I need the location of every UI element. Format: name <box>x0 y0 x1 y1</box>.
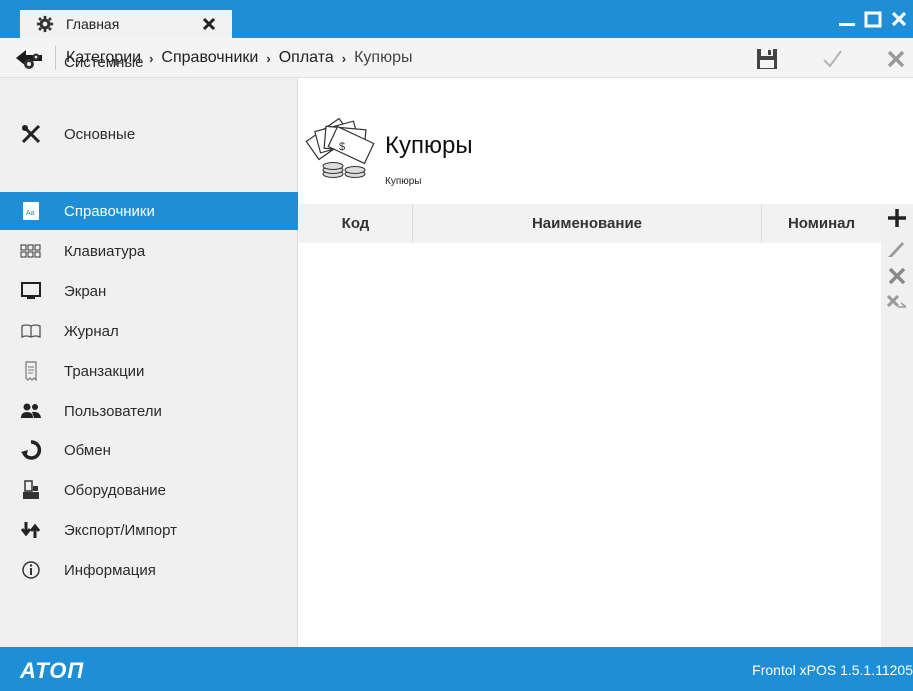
table-header: Код Наименование Номинал <box>299 204 881 243</box>
breadcrumb-banknotes: Купюры <box>354 49 413 66</box>
svg-text:$: $ <box>339 141 345 153</box>
receipt-icon <box>20 360 42 382</box>
delete-icon <box>888 267 906 285</box>
tools-icon <box>20 123 42 145</box>
sidebar-item-label: Справочники <box>64 202 155 220</box>
title-bar: Главная <box>0 0 913 38</box>
save-icon <box>757 49 777 69</box>
column-header-code[interactable]: Код <box>299 204 413 243</box>
column-header-name[interactable]: Наименование <box>413 204 762 243</box>
export-import-icon <box>20 519 42 541</box>
sidebar-item-label: Журнал <box>64 322 119 340</box>
apply-button[interactable] <box>820 47 844 71</box>
sidebar: Системные Основные Aa Справочники Клавиа… <box>0 53 298 647</box>
sidebar-item-label: Пользователи <box>64 402 162 420</box>
main-content: $ Купюры Купюры Код Наименование Номинал <box>299 78 913 647</box>
sidebar-item-export-import[interactable]: Экспорт/Импорт <box>0 510 298 550</box>
tab-close-icon[interactable] <box>202 17 216 31</box>
gear-icon <box>36 15 54 33</box>
svg-text:Aa: Aa <box>26 210 35 217</box>
reference-book-icon: Aa <box>20 200 42 222</box>
sidebar-item-label: Информация <box>64 561 156 579</box>
sidebar-item-label: Клавиатура <box>64 242 146 260</box>
window-controls <box>837 8 909 30</box>
sidebar-item-label: Системные <box>64 53 144 71</box>
edit-icon <box>888 242 904 257</box>
breadcrumb-separator-icon: › <box>341 50 347 66</box>
journal-icon <box>20 320 42 342</box>
banknotes-icon: $ <box>305 118 375 178</box>
sidebar-item-exchange[interactable]: Обмен <box>0 430 298 470</box>
sidebar-item-label: Транзакции <box>64 362 145 380</box>
maximize-icon[interactable] <box>863 8 883 30</box>
sidebar-item-label: Экспорт/Импорт <box>64 521 177 539</box>
sidebar-item-equipment[interactable]: Оборудование <box>0 470 298 510</box>
version-label: Frontol xPOS 1.5.1.11205 <box>752 662 913 678</box>
exchange-icon <box>20 439 42 461</box>
tab-label: Главная <box>66 16 120 32</box>
status-bar: ATOΠ Frontol xPOS 1.5.1.11205 <box>0 647 913 691</box>
action-strip <box>881 204 913 647</box>
add-icon <box>888 209 906 227</box>
cancel-icon <box>887 50 905 68</box>
delete-all-button[interactable] <box>885 290 909 314</box>
sidebar-item-label: Экран <box>64 282 107 300</box>
sidebar-item-system[interactable]: Системные <box>0 42 298 82</box>
minimize-icon[interactable] <box>837 8 857 30</box>
sidebar-item-journal[interactable]: Журнал <box>0 311 298 351</box>
users-icon <box>20 400 42 422</box>
delete-button[interactable] <box>885 264 909 288</box>
sidebar-item-references[interactable]: Aa Справочники <box>0 192 298 230</box>
keyboard-icon <box>20 240 42 262</box>
info-icon <box>20 559 42 581</box>
page-subtitle: Купюры <box>385 176 422 187</box>
page-title: Купюры <box>385 132 473 159</box>
sidebar-item-info[interactable]: Информация <box>0 550 298 590</box>
add-button[interactable] <box>885 206 909 230</box>
gears-icon <box>20 51 42 73</box>
save-button[interactable] <box>755 47 779 71</box>
sidebar-item-screen[interactable]: Экран <box>0 271 298 311</box>
equipment-icon <box>20 479 42 501</box>
sidebar-item-users[interactable]: Пользователи <box>0 391 298 431</box>
cancel-button[interactable] <box>884 47 908 71</box>
edit-button[interactable] <box>885 236 909 260</box>
aton-logo: ATOΠ <box>20 658 85 683</box>
sidebar-item-label: Обмен <box>64 441 111 459</box>
column-header-denomination[interactable]: Номинал <box>762 204 881 243</box>
sidebar-item-transactions[interactable]: Транзакции <box>0 351 298 391</box>
close-icon[interactable] <box>889 8 909 30</box>
sidebar-item-label: Оборудование <box>64 481 167 499</box>
sidebar-item-keyboard[interactable]: Клавиатура <box>0 231 298 271</box>
delete-all-icon <box>886 294 907 308</box>
tab-home[interactable]: Главная <box>20 10 232 38</box>
check-icon <box>823 50 842 68</box>
sidebar-item-main[interactable]: Основные <box>0 114 298 154</box>
monitor-icon <box>20 280 42 302</box>
sidebar-item-label: Основные <box>64 125 136 143</box>
